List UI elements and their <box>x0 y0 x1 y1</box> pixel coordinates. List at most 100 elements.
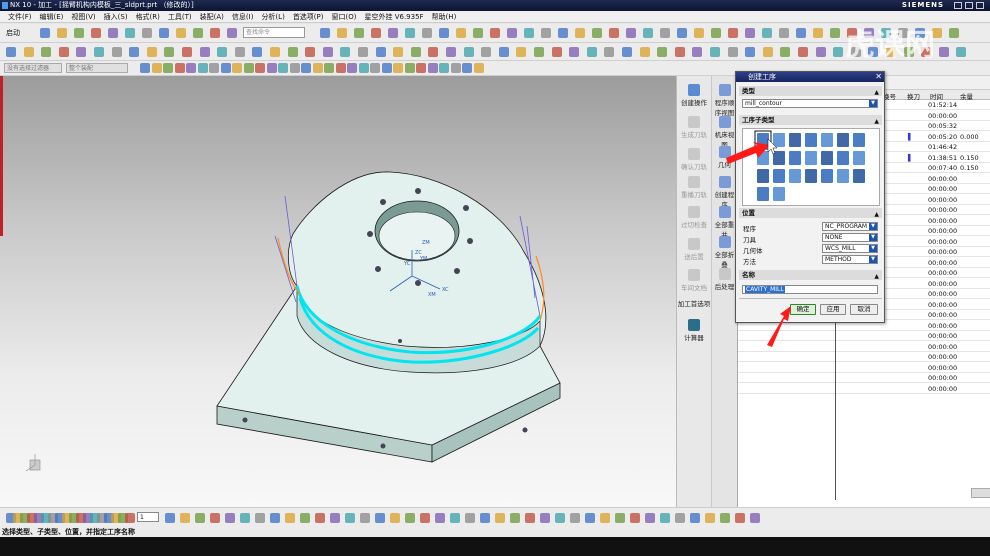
toolbar-tool-icon[interactable] <box>41 47 52 57</box>
toolbar-tool-icon[interactable] <box>197 63 208 73</box>
toolbar-tool-icon[interactable] <box>410 47 421 57</box>
toolbar-tool-icon[interactable] <box>266 63 277 73</box>
toolbar-tool-icon[interactable] <box>163 63 173 73</box>
toolbar-tool-icon[interactable] <box>830 28 840 38</box>
table-row[interactable]: 00:00:00 <box>738 352 990 363</box>
subtype-icon[interactable] <box>789 133 801 147</box>
toolbar-tool-icon[interactable] <box>285 513 295 523</box>
toolbar-tool-icon[interactable] <box>450 513 460 523</box>
toolbar-tool-icon[interactable] <box>507 28 517 38</box>
toolbar-tool-icon[interactable] <box>645 513 655 523</box>
table-row[interactable]: 00:00:00 <box>738 363 990 373</box>
menu-plugin[interactable]: 星空外挂 V6.935F <box>360 11 427 22</box>
toolbar-tool-icon[interactable] <box>833 47 844 57</box>
toolbar-tool-icon[interactable] <box>140 63 150 73</box>
navigator-scrollbar[interactable] <box>971 488 990 498</box>
toolbar-tool-icon[interactable] <box>370 63 380 73</box>
toolbar-tool-icon[interactable] <box>660 513 670 523</box>
toolbar-tool-icon[interactable] <box>416 63 426 73</box>
menu-info[interactable]: 信息(I) <box>228 11 258 22</box>
subtype-icon[interactable] <box>757 187 769 201</box>
toolbar-tool-icon[interactable] <box>674 47 685 57</box>
toolbar-tool-icon[interactable] <box>108 28 118 38</box>
toolbar-tool-icon[interactable] <box>585 513 595 523</box>
menu-help[interactable]: 帮助(H) <box>428 11 461 22</box>
apply-button[interactable]: 应用 <box>820 304 846 315</box>
start-button[interactable]: 启动 <box>6 28 20 38</box>
create-operation-button[interactable]: 创建操作 <box>677 84 711 107</box>
toolbar-tool-icon[interactable] <box>439 63 449 73</box>
toolbar-tool-icon[interactable] <box>57 28 67 38</box>
toolbar-tool-icon[interactable] <box>626 28 636 38</box>
subtype-icon[interactable] <box>837 133 849 147</box>
toolbar-tool-icon[interactable] <box>225 513 235 523</box>
toolbar-tool-icon[interactable] <box>473 28 483 38</box>
toolbar-tool-icon[interactable] <box>657 47 668 57</box>
close-icon[interactable] <box>976 2 984 9</box>
subtype-icon[interactable] <box>805 169 817 183</box>
toolbar-tool-icon[interactable] <box>129 47 140 57</box>
subtype-icon[interactable] <box>773 133 785 147</box>
table-row[interactable]: 00:00:00 <box>738 373 990 384</box>
toolbar-tool-icon[interactable] <box>176 28 186 38</box>
toolbar-tool-icon[interactable] <box>705 513 715 523</box>
toolbar-tool-icon[interactable] <box>495 513 505 523</box>
toolbar-tool-icon[interactable] <box>558 28 568 38</box>
toolbar-tool-icon[interactable] <box>586 47 597 57</box>
subtype-icon[interactable] <box>773 169 785 183</box>
toolbar-tool-icon[interactable] <box>498 47 509 57</box>
toolbar-tool-icon[interactable] <box>422 28 432 38</box>
subtype-icon[interactable] <box>837 169 849 183</box>
geometry-view-button[interactable]: 几何 <box>712 146 737 169</box>
toolbar-tool-icon[interactable] <box>465 513 475 523</box>
subtype-icon[interactable] <box>837 151 849 165</box>
toolbar-tool-icon[interactable] <box>551 47 562 57</box>
type-filter-select[interactable]: 没有选择过滤器 <box>4 63 62 73</box>
toolbar-tool-icon[interactable] <box>750 513 760 523</box>
toolbar-tool-icon[interactable] <box>94 47 104 57</box>
subtype-icon[interactable] <box>789 169 801 183</box>
create-program-button[interactable]: 创建程序 <box>712 176 737 209</box>
toolbar-tool-icon[interactable] <box>463 47 474 57</box>
toolbar-tool-icon[interactable] <box>675 513 685 523</box>
name-section-header[interactable]: 名称 ▲ <box>739 270 882 280</box>
toolbar-tool-icon[interactable] <box>555 513 565 523</box>
generate-toolpath-button[interactable]: 生成刀轨 <box>677 116 711 139</box>
subtype-icon[interactable] <box>853 169 865 183</box>
toolbar-tool-icon[interactable] <box>195 513 205 523</box>
subtype-icon[interactable] <box>805 151 817 165</box>
replay-toolpath-button[interactable]: 重播刀轨 <box>677 176 711 199</box>
toolbar-tool-icon[interactable] <box>182 47 192 57</box>
toolbar-tool-icon[interactable] <box>780 47 791 57</box>
toolbar-tool-icon[interactable] <box>76 47 87 57</box>
toolbar-tool-icon[interactable] <box>473 63 484 73</box>
subtype-icon[interactable] <box>821 151 833 165</box>
gouge-check-button[interactable]: 过切检查 <box>677 206 711 229</box>
location-section-header[interactable]: 位置 ▲ <box>739 208 882 218</box>
toolbar-tool-icon[interactable] <box>287 47 298 57</box>
toolbar-tool-icon[interactable] <box>609 28 619 38</box>
toolbar-tool-icon[interactable] <box>525 513 535 523</box>
toolbar-tool-icon[interactable] <box>735 513 745 523</box>
table-row[interactable]: 00:00:00 <box>738 384 990 394</box>
toolbar-tool-icon[interactable] <box>524 28 534 38</box>
toolbar-tool-icon[interactable] <box>337 28 347 38</box>
toolbar-tool-icon[interactable] <box>456 28 466 38</box>
toolbar-tool-icon[interactable] <box>358 47 368 57</box>
toolbar-tool-icon[interactable] <box>371 28 381 38</box>
toolbar-tool-icon[interactable] <box>643 28 653 38</box>
toolbar-tool-icon[interactable] <box>180 513 190 523</box>
toolbar-tool-icon[interactable] <box>330 513 340 523</box>
toolbar-tool-icon[interactable] <box>762 28 772 38</box>
cancel-button[interactable]: 取消 <box>850 304 878 315</box>
toolbar-tool-icon[interactable] <box>159 28 169 38</box>
toolbar-tool-icon[interactable] <box>570 513 580 523</box>
toolbar-tool-icon[interactable] <box>315 513 325 523</box>
toolbar-tool-icon[interactable] <box>727 47 738 57</box>
type-select[interactable]: mill_contour ▼ <box>742 99 878 108</box>
toolbar-tool-icon[interactable] <box>255 63 265 73</box>
toolbar-tool-icon[interactable] <box>209 63 219 73</box>
toolbar-tool-icon[interactable] <box>142 28 152 38</box>
toolbar-tool-icon[interactable] <box>762 47 773 57</box>
toolbar-tool-icon[interactable] <box>375 513 385 523</box>
